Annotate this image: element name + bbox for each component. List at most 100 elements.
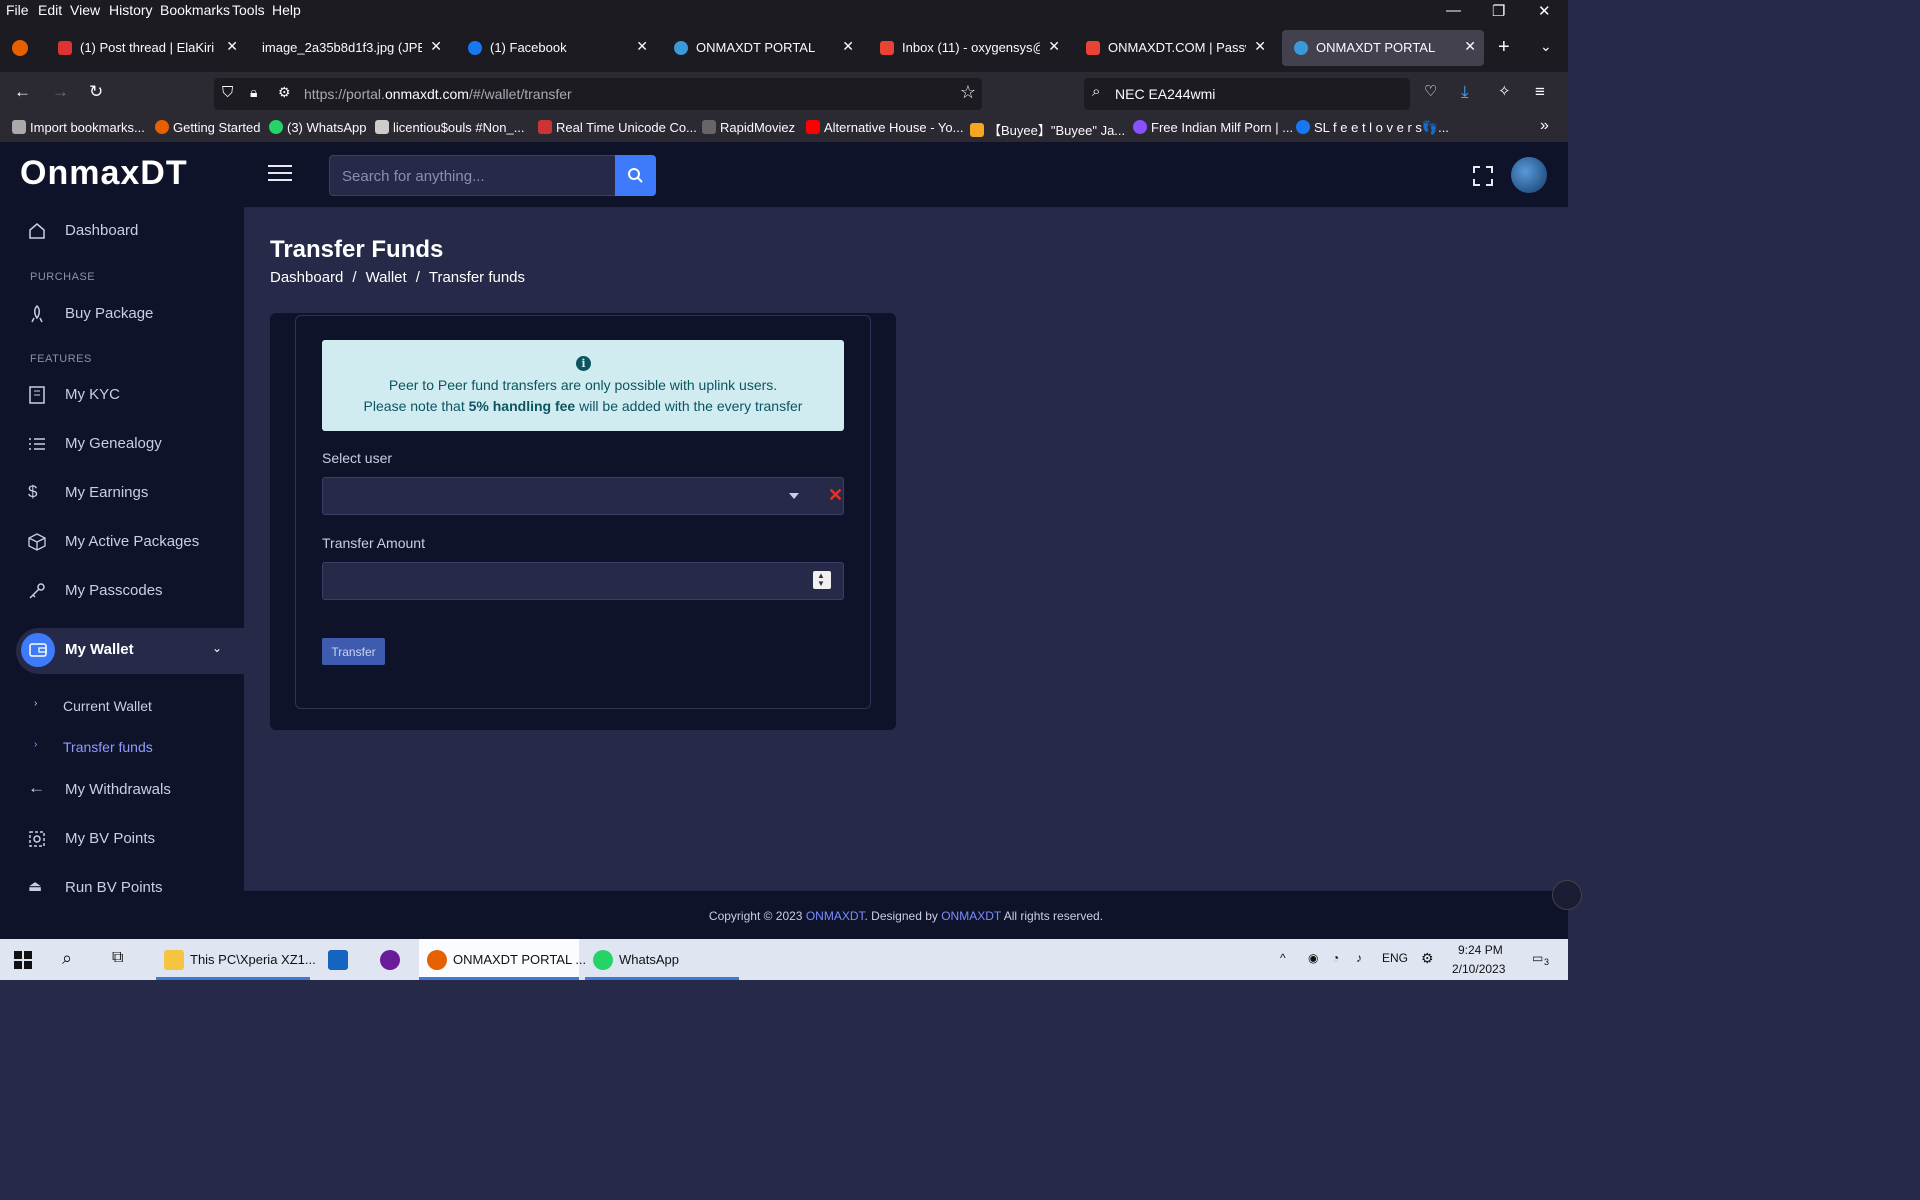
minimize-icon[interactable]: — <box>1446 2 1461 19</box>
chevron-down-icon[interactable]: ⌄ <box>212 641 222 655</box>
close-tab-icon[interactable]: ✕ <box>226 38 238 55</box>
permissions-icon[interactable]: ⚙ <box>278 84 291 101</box>
breadcrumb-wallet[interactable]: Wallet <box>366 269 407 286</box>
menu-edit[interactable]: Edit <box>38 2 62 18</box>
menu-bookmarks[interactable]: Bookmarks <box>160 2 230 18</box>
task-view-icon[interactable]: ⧉ <box>112 949 123 967</box>
close-window-icon[interactable]: ✕ <box>1538 2 1551 20</box>
sidebar-item-genealogy[interactable]: My Genealogy <box>0 424 244 464</box>
back-icon[interactable]: ← <box>14 82 31 102</box>
sidebar-sub-transfer-funds[interactable]: › Transfer funds <box>0 733 244 763</box>
sidebar-item-run-bv[interactable]: ⏏ Run BV Points <box>0 868 244 908</box>
bookmark-buyee[interactable]: 【Buyee】"Buyee" Ja... <box>970 120 1125 139</box>
network-icon[interactable]: ◔ <box>1332 951 1339 965</box>
clock-time[interactable]: 9:24 PM <box>1458 943 1503 957</box>
bookmark-rapidmoviez[interactable]: RapidMoviez <box>702 120 795 135</box>
bookmark-sl[interactable]: SL f e e t l o v e r s👣... <box>1296 120 1449 136</box>
firefox-icon[interactable] <box>12 40 28 56</box>
hamburger-menu-icon[interactable] <box>268 165 292 185</box>
tab-image[interactable]: image_2a35b8d1f3.jpg (JPEG Im ✕ <box>250 30 450 66</box>
taskbar-file-explorer[interactable]: This PC\Xperia XZ1... <box>156 939 316 980</box>
search-button[interactable] <box>615 155 656 196</box>
avatar[interactable] <box>1511 157 1547 193</box>
sidebar-item-kyc[interactable]: My KYC <box>0 375 244 415</box>
reload-icon[interactable]: ↻ <box>89 82 103 102</box>
search-input[interactable] <box>340 162 610 190</box>
menu-history[interactable]: History <box>109 2 153 18</box>
tab-gmail-inbox[interactable]: Inbox (11) - oxygensys@gm ✕ <box>868 30 1068 66</box>
fullscreen-icon[interactable] <box>1472 165 1494 187</box>
menu-help[interactable]: Help <box>272 2 301 18</box>
notifications-icon[interactable]: ▭ <box>1532 951 1543 965</box>
taskbar-whatsapp[interactable]: WhatsApp <box>585 939 739 980</box>
taskbar-media[interactable] <box>372 939 408 980</box>
close-tab-icon[interactable]: ✕ <box>1254 38 1266 55</box>
sidebar-item-passcodes[interactable]: My Passcodes <box>0 571 244 611</box>
close-tab-icon[interactable]: ✕ <box>636 38 648 55</box>
close-tab-icon[interactable]: ✕ <box>842 38 854 55</box>
sidebar-sub-current-wallet[interactable]: › Current Wallet <box>0 692 244 722</box>
url-text[interactable]: https://portal.onmaxdt.com/#/wallet/tran… <box>304 86 572 102</box>
sidebar-item-buy-package[interactable]: Buy Package <box>0 294 244 334</box>
breadcrumb-dashboard[interactable]: Dashboard <box>270 269 343 286</box>
menu-view[interactable]: View <box>70 2 100 18</box>
app-tray-icon[interactable]: ◉ <box>1308 951 1318 965</box>
windows-start-icon[interactable] <box>14 951 32 969</box>
number-spinner-icon[interactable]: ▲ ▼ <box>813 571 831 589</box>
list-tabs-icon[interactable]: ⌄ <box>1540 38 1552 55</box>
menu-file[interactable]: File <box>6 2 29 18</box>
web-search-value[interactable]: NEC EA244wmi <box>1115 86 1215 102</box>
tab-onmaxdt-portal-active[interactable]: ONMAXDT PORTAL ✕ <box>1282 30 1484 66</box>
taskbar-firefox[interactable]: ONMAXDT PORTAL ... <box>419 939 586 980</box>
close-tab-icon[interactable]: ✕ <box>1464 38 1476 55</box>
select-user-dropdown[interactable] <box>322 477 844 515</box>
logo[interactable]: OnmaxDT <box>20 154 188 193</box>
chevron-up-icon[interactable]: ^ <box>1280 951 1286 965</box>
media-player-icon <box>380 950 400 970</box>
restore-icon[interactable]: ❐ <box>1492 2 1505 20</box>
tab-facebook[interactable]: (1) Facebook ✕ <box>456 30 656 66</box>
forward-icon[interactable]: → <box>52 82 69 102</box>
tab-onmaxdt-portal[interactable]: ONMAXDT PORTAL ✕ <box>662 30 862 66</box>
settings-gear-icon[interactable]: ⚙ <box>1421 950 1434 967</box>
sidebar-item-withdrawals[interactable]: ← My Withdrawals <box>0 770 244 810</box>
close-tab-icon[interactable]: ✕ <box>1048 38 1060 55</box>
bookmark-import[interactable]: Import bookmarks... <box>12 120 145 135</box>
app-menu-icon[interactable]: ≡ <box>1535 82 1545 102</box>
taskbar-store[interactable] <box>320 939 356 980</box>
menu-tools[interactable]: Tools <box>232 2 265 18</box>
sidebar-item-earnings[interactable]: $ My Earnings <box>0 473 244 513</box>
close-tab-icon[interactable]: ✕ <box>430 38 442 55</box>
footer-brand-link[interactable]: ONMAXDT <box>806 909 865 923</box>
transfer-button[interactable]: Transfer <box>322 638 385 665</box>
bookmark-star-icon[interactable]: ☆ <box>960 82 976 103</box>
settings-toggle-icon[interactable] <box>1552 880 1582 910</box>
search-icon[interactable]: ⌕ <box>62 948 72 969</box>
extensions-icon[interactable]: ✧ <box>1498 82 1511 100</box>
transfer-amount-input[interactable] <box>322 562 844 600</box>
lock-icon[interactable]: 🔒︎ <box>250 84 257 101</box>
more-bookmarks-icon[interactable]: » <box>1540 117 1549 135</box>
clock-date[interactable]: 2/10/2023 <box>1452 962 1505 976</box>
bookmark-getting-started[interactable]: Getting Started <box>155 120 260 135</box>
tracking-shield-icon[interactable]: ⛉ <box>222 84 233 101</box>
new-tab-icon[interactable]: + <box>1498 36 1510 59</box>
bookmark-licentious[interactable]: licentiou$ouls #Non_... <box>375 120 525 135</box>
sidebar-item-active-packages[interactable]: My Active Packages <box>0 522 244 562</box>
downloads-icon[interactable]: ⤓ <box>1461 82 1469 102</box>
footer-designer-link[interactable]: ONMAXDT <box>941 909 1001 923</box>
tab-elakiri[interactable]: (1) Post thread | ElaKiri ✕ <box>46 30 246 66</box>
bookmark-whatsapp[interactable]: (3) WhatsApp <box>269 120 366 135</box>
clear-icon[interactable]: ✕ <box>828 485 843 506</box>
arrow-left-icon: ← <box>28 778 45 797</box>
pocket-icon[interactable]: ♡ <box>1424 82 1437 100</box>
sidebar-item-bv-points[interactable]: My BV Points <box>0 819 244 859</box>
sidebar-item-dashboard[interactable]: Dashboard <box>0 211 244 251</box>
language-indicator[interactable]: ENG <box>1382 951 1408 965</box>
bookmark-youtube[interactable]: Alternative House - Yo... <box>806 120 963 135</box>
volume-icon[interactable]: ♪ <box>1356 951 1362 965</box>
bookmark-site[interactable]: Free Indian Milf Porn | ... <box>1133 120 1293 135</box>
caret-down-icon[interactable] <box>789 493 799 499</box>
tab-gmail-passwords[interactable]: ONMAXDT.COM | Passwords ✕ <box>1074 30 1274 66</box>
bookmark-unicode[interactable]: Real Time Unicode Co... <box>538 120 697 135</box>
